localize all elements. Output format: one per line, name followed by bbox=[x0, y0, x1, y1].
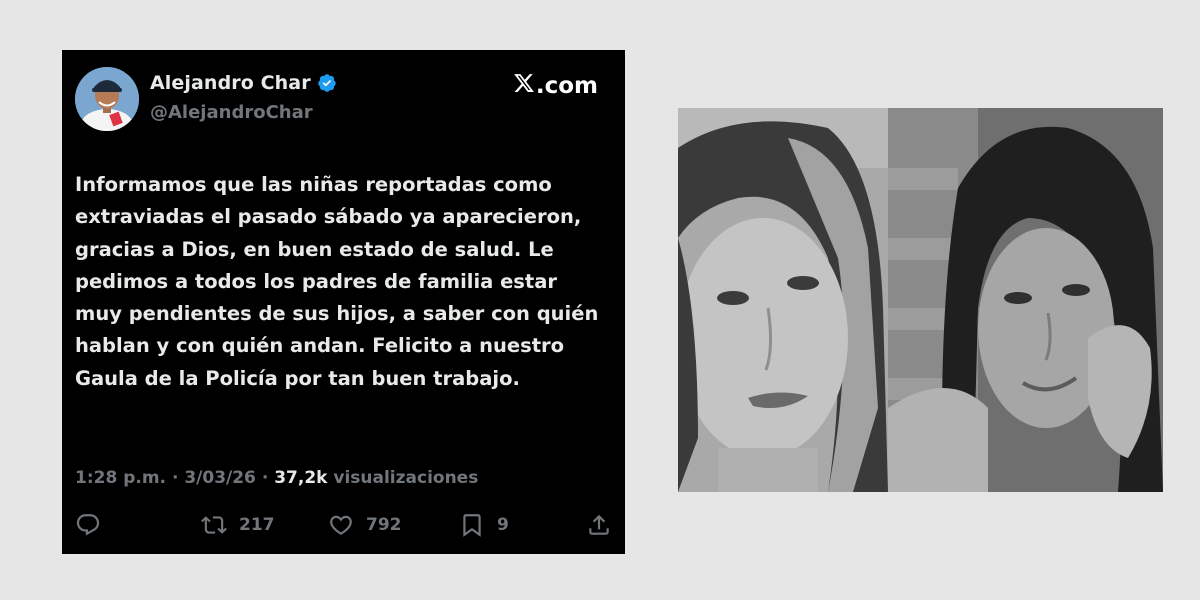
reply-icon bbox=[76, 514, 100, 536]
site-domain-text: .com bbox=[535, 73, 598, 99]
tweet-text: Informamos que las niñas reportadas como… bbox=[75, 173, 599, 390]
like-button[interactable]: 792 bbox=[328, 512, 402, 538]
tweet-card: Alejandro Char @AlejandroChar .com Infor… bbox=[62, 50, 625, 554]
photo-right bbox=[888, 108, 1163, 492]
photo-collage bbox=[678, 108, 1163, 492]
bookmark-count: 9 bbox=[497, 515, 509, 535]
bookmark-icon bbox=[463, 514, 481, 537]
verified-badge-icon bbox=[317, 73, 337, 93]
tweet-date[interactable]: 3/03/26 bbox=[184, 468, 256, 488]
like-count: 792 bbox=[366, 515, 402, 535]
meta-separator: · bbox=[171, 468, 179, 488]
retweet-icon bbox=[201, 516, 227, 534]
views-count: 37,2k bbox=[274, 468, 328, 488]
author-display-name[interactable]: Alejandro Char bbox=[150, 72, 311, 94]
author-handle[interactable]: @AlejandroChar bbox=[150, 102, 313, 123]
photo-left bbox=[678, 108, 888, 492]
like-icon bbox=[330, 515, 352, 535]
x-logo-icon bbox=[513, 72, 535, 100]
bookmark-button[interactable]: 9 bbox=[459, 512, 509, 538]
tweet-actions: 217 792 9 bbox=[75, 512, 612, 544]
reply-button[interactable] bbox=[75, 512, 101, 538]
retweet-button[interactable]: 217 bbox=[201, 512, 275, 538]
retweet-count: 217 bbox=[239, 515, 275, 535]
views-label: visualizaciones bbox=[333, 468, 479, 488]
author-name-row: Alejandro Char bbox=[150, 72, 337, 94]
avatar[interactable] bbox=[75, 67, 139, 131]
share-button[interactable] bbox=[586, 512, 612, 538]
meta-separator: · bbox=[261, 468, 269, 488]
tweet-meta: 1:28 p.m. · 3/03/26 · 37,2k visualizacio… bbox=[75, 468, 478, 488]
tweet-time[interactable]: 1:28 p.m. bbox=[75, 468, 166, 488]
x-com-logo[interactable]: .com bbox=[513, 72, 598, 100]
share-icon bbox=[589, 514, 609, 535]
